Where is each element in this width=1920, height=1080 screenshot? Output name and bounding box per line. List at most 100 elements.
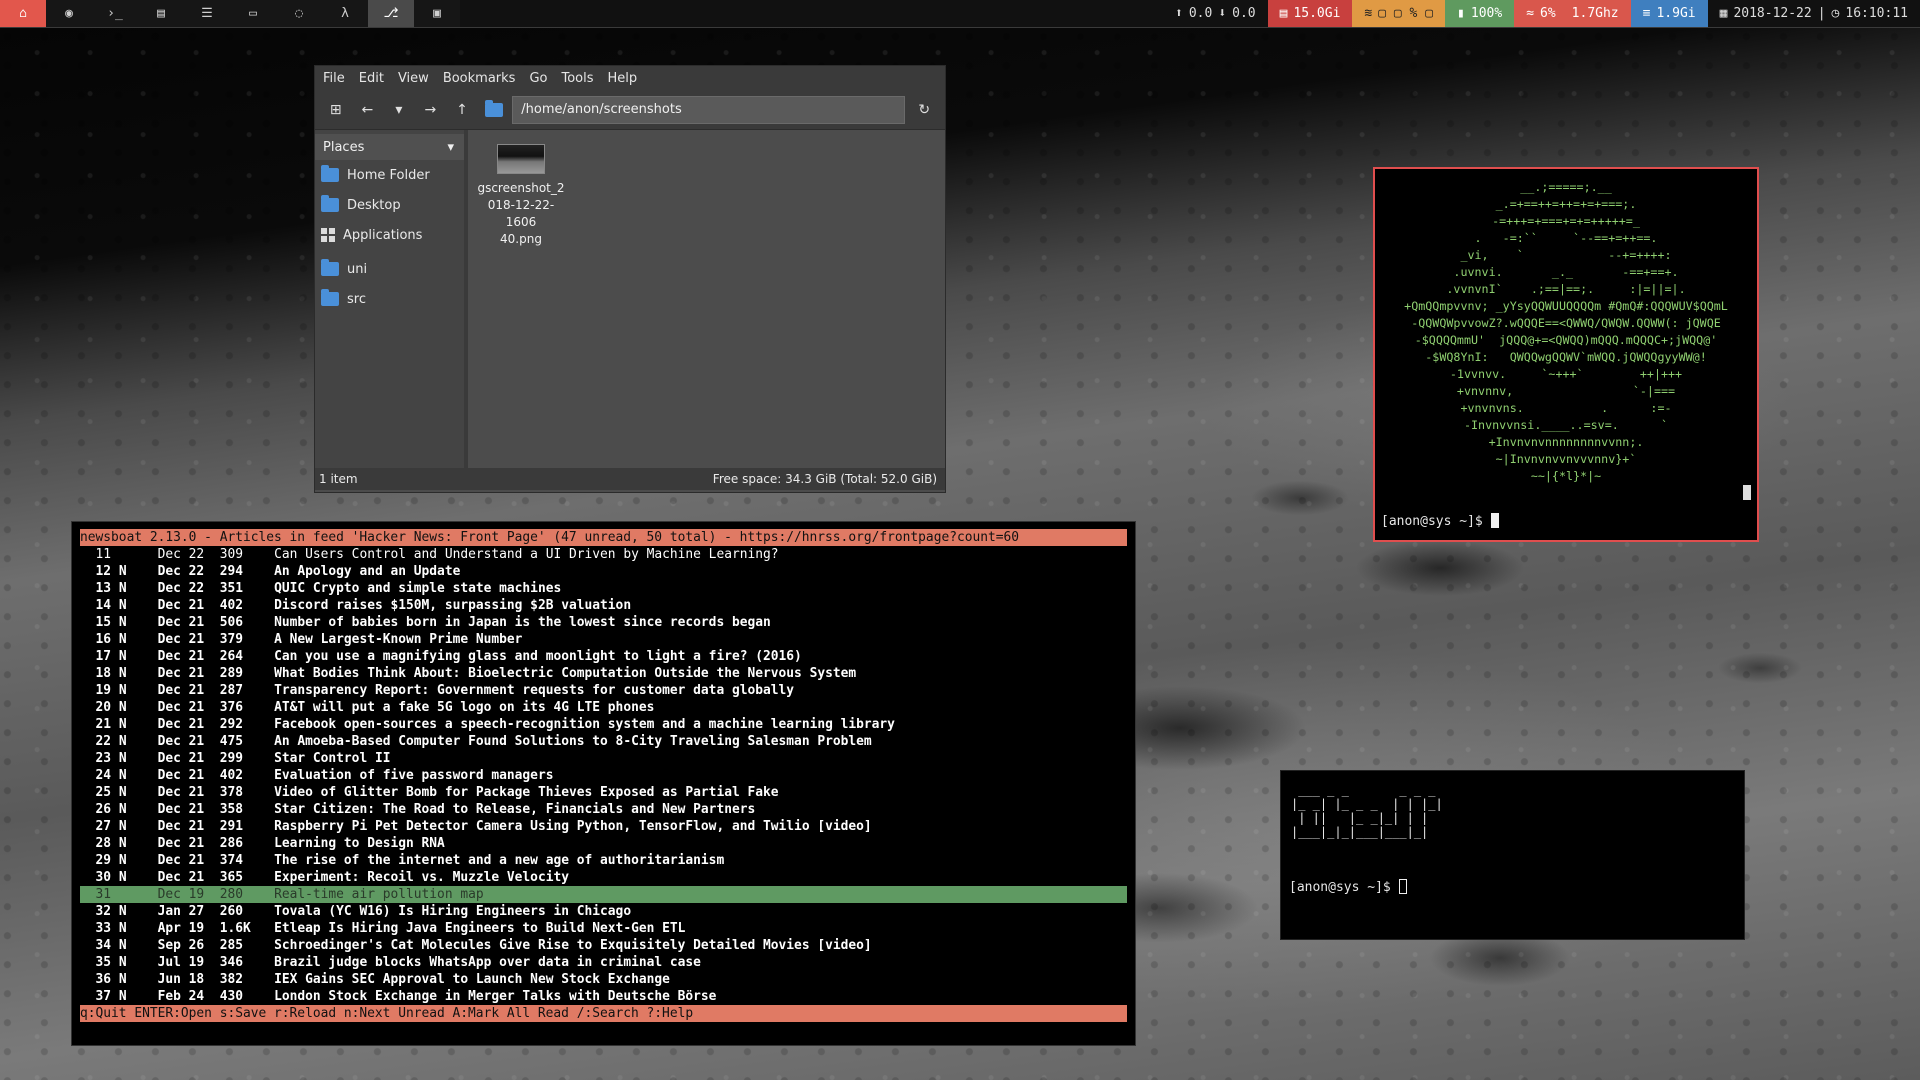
article-title: Can you use a magnifying glass and moonl… <box>274 649 802 664</box>
up-button[interactable]: ↑ <box>449 97 475 123</box>
article-row[interactable]: 16 N Dec 21 379 A New Largest-Known Prim… <box>80 631 1127 648</box>
arrow-right-icon: → <box>424 101 437 118</box>
ascii-logo-line: -$WQ8YnI: QWQQwgQQWV`mWQQ.jQWQQgyyWW@! <box>1425 350 1707 364</box>
workspace-firefox-button[interactable]: ◉ <box>46 0 92 27</box>
cpu-icon: ≈ <box>1526 6 1535 21</box>
article-flag: N <box>118 734 127 749</box>
shell-prompt[interactable]: [anon@sys ~]$ <box>1381 513 1499 529</box>
article-row[interactable]: 30 N Dec 21 365 Experiment: Recoil vs. M… <box>80 869 1127 886</box>
sidebar-item-label: src <box>347 291 366 307</box>
menu-file[interactable]: File <box>323 71 345 86</box>
article-row[interactable]: 13 N Dec 22 351 QUIC Crypto and simple s… <box>80 580 1127 597</box>
menu-tools[interactable]: Tools <box>561 71 593 86</box>
places-dropdown[interactable]: Places ▾ <box>315 134 464 160</box>
workspace-lambda-button[interactable]: λ <box>322 0 368 27</box>
article-row[interactable]: 14 N Dec 21 402 Discord raises $150M, su… <box>80 597 1127 614</box>
figlet-terminal[interactable]: ___ _ _ _ _ _ |_ _| |_ _ _ | | |_| | || … <box>1280 770 1745 940</box>
workspace-git-button[interactable]: ⎇ <box>368 0 414 27</box>
article-row[interactable]: 36 N Jun 18 382 IEX Gains SEC Approval t… <box>80 971 1127 988</box>
article-row[interactable]: 25 N Dec 21 378 Video of Glitter Bomb fo… <box>80 784 1127 801</box>
article-title: Experiment: Recoil vs. Muzzle Velocity <box>274 870 569 885</box>
article-row[interactable]: 21 N Dec 21 292 Facebook open-sources a … <box>80 716 1127 733</box>
menu-edit[interactable]: Edit <box>359 71 384 86</box>
article-title: London Stock Exchange in Merger Talks wi… <box>274 989 717 1004</box>
location-folder-button[interactable] <box>481 97 507 123</box>
article-row[interactable]: 24 N Dec 21 402 Evaluation of five passw… <box>80 767 1127 784</box>
menu-view[interactable]: View <box>398 71 429 86</box>
workspace-news-button[interactable]: ☰ <box>184 0 230 27</box>
article-flag: N <box>118 955 127 970</box>
top-status-bar: ⌂ ◉ ›_ ▤ ☰ ▭ ◌ λ ⎇ ▣ ⬆ 0.0 ⬇ 0.0 ▤ 15.0G… <box>0 0 1920 27</box>
history-dropdown-button[interactable]: ▾ <box>386 97 412 123</box>
cpu-widget: ≈ 6% 1.7Ghz <box>1514 0 1631 27</box>
article-date: Dec 21 <box>157 717 205 732</box>
shell-prompt[interactable]: [anon@sys ~]$ <box>1289 879 1407 895</box>
file-item[interactable]: gscreenshot_2 018-12-22-1606 40.png <box>476 144 566 248</box>
workspace-window-button[interactable]: ▣ <box>414 0 460 27</box>
sidebar-item-applications[interactable]: Applications <box>315 220 464 250</box>
article-date: Dec 21 <box>157 870 205 885</box>
sidebar-item-src[interactable]: src <box>315 284 464 314</box>
article-row[interactable]: 20 N Dec 21 376 AT&T will put a fake 5G … <box>80 699 1127 716</box>
article-row[interactable]: 29 N Dec 21 374 The rise of the internet… <box>80 852 1127 869</box>
forward-button[interactable]: → <box>418 97 444 123</box>
article-row[interactable]: 17 N Dec 21 264 Can you use a magnifying… <box>80 648 1127 665</box>
article-number: 15 <box>80 615 112 630</box>
article-row[interactable]: 37 N Feb 24 430 London Stock Exchange in… <box>80 988 1127 1005</box>
article-row[interactable]: 27 N Dec 21 291 Raspberry Pi Pet Detecto… <box>80 818 1127 835</box>
sidebar-item-desktop[interactable]: Desktop <box>315 190 464 220</box>
workspace-terminal-button[interactable]: ›_ <box>92 0 138 27</box>
figlet-line: ___ _ _ _ _ _ <box>1291 783 1443 797</box>
article-row[interactable]: 15 N Dec 21 506 Number of babies born in… <box>80 614 1127 631</box>
article-number: 23 <box>80 751 112 766</box>
article-row[interactable]: 34 N Sep 26 285 Schroedinger's Cat Molec… <box>80 937 1127 954</box>
figlet-line: | || |_ _|_| | | <box>1291 811 1450 825</box>
article-number: 28 <box>80 836 112 851</box>
article-row[interactable]: 35 N Jul 19 346 Brazil judge blocks What… <box>80 954 1127 971</box>
article-row[interactable]: 12 N Dec 22 294 An Apology and an Update <box>80 563 1127 580</box>
download-icon: ⬇ <box>1218 6 1227 21</box>
article-date: Sep 26 <box>157 938 205 953</box>
article-flag: N <box>118 632 127 647</box>
scrollbar[interactable] <box>1743 485 1751 500</box>
arrow-up-icon: ↑ <box>456 101 468 118</box>
workspace-home-button[interactable]: ⌂ <box>0 0 46 27</box>
neofetch-terminal[interactable]: __.;=====;.__ _.=+==++=++=+=+===;. -=+++=+… <box>1373 167 1759 542</box>
figlet-banner: ___ _ _ _ _ _ |_ _| |_ _ _ | | |_| | || … <box>1291 783 1450 839</box>
article-flag: N <box>118 564 127 579</box>
article-row-selected[interactable]: 31 Dec 19 280 Real-time air pollution ma… <box>80 886 1127 903</box>
article-row[interactable]: 28 N Dec 21 286 Learning to Design RNA <box>80 835 1127 852</box>
reload-button[interactable]: ↻ <box>911 97 937 123</box>
figlet-line: |___|_|_|___|___|_| <box>1291 825 1450 839</box>
newsboat-terminal[interactable]: newsboat 2.13.0 - Articles in feed 'Hack… <box>71 521 1136 1046</box>
workspace-chat-button[interactable]: ◌ <box>276 0 322 27</box>
article-date: Dec 21 <box>157 802 205 817</box>
home-folder-icon <box>321 165 339 182</box>
battery-icon: ▮ <box>1457 6 1465 21</box>
article-row[interactable]: 26 N Dec 21 358 Star Citizen: The Road t… <box>80 801 1127 818</box>
menu-go[interactable]: Go <box>529 71 547 86</box>
article-row[interactable]: 18 N Dec 21 289 What Bodies Think About:… <box>80 665 1127 682</box>
article-row[interactable]: 23 N Dec 21 299 Star Control II <box>80 750 1127 767</box>
sidebar-item-uni[interactable]: uni <box>315 254 464 284</box>
article-row[interactable]: 19 N Dec 21 287 Transparency Report: Gov… <box>80 682 1127 699</box>
article-row[interactable]: 32 N Jan 27 260 Tovala (YC W16) Is Hirin… <box>80 903 1127 920</box>
article-date: Jun 18 <box>157 972 205 987</box>
menu-help[interactable]: Help <box>608 71 638 86</box>
workspace-folder-button[interactable]: ▭ <box>230 0 276 27</box>
article-number: 27 <box>80 819 112 834</box>
sidebar-item-home[interactable]: Home Folder <box>315 160 464 190</box>
path-input[interactable]: /home/anon/screenshots <box>512 95 906 124</box>
article-row[interactable]: 11 Dec 22 309 Can Users Control and Unde… <box>80 546 1127 563</box>
new-tab-button[interactable]: ⊞ <box>323 97 349 123</box>
article-title: Raspberry Pi Pet Detector Camera Using P… <box>274 819 872 834</box>
article-row[interactable]: 22 N Dec 21 475 An Amoeba-Based Computer… <box>80 733 1127 750</box>
workspace-document-button[interactable]: ▤ <box>138 0 184 27</box>
article-size: 291 <box>219 819 251 834</box>
menu-bookmarks[interactable]: Bookmarks <box>443 71 516 86</box>
article-row[interactable]: 33 N Apr 19 1.6K Etleap Is Hiring Java E… <box>80 920 1127 937</box>
article-title: Schroedinger's Cat Molecules Give Rise t… <box>274 938 872 953</box>
disk-icon: ▤ <box>1279 6 1288 21</box>
back-button[interactable]: ← <box>355 97 381 123</box>
article-number: 31 <box>80 887 112 902</box>
